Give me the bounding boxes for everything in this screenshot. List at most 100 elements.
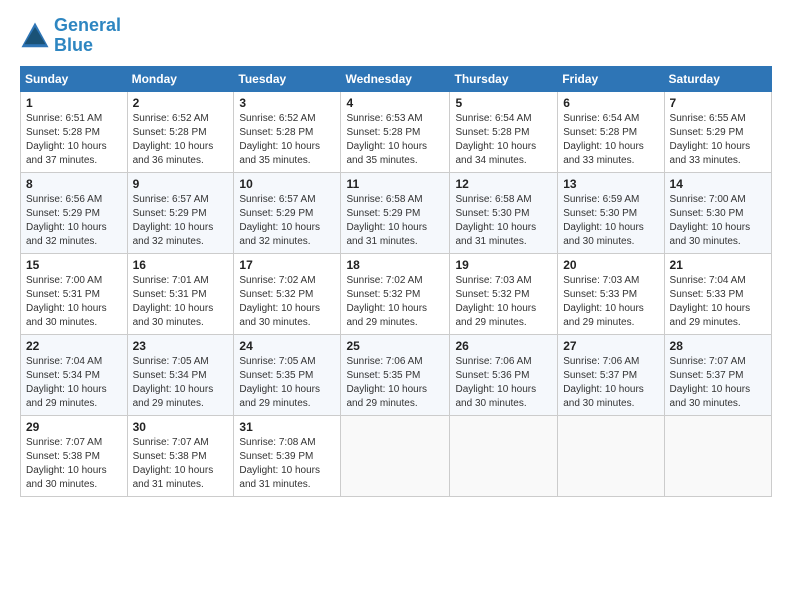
day-info: Sunrise: 6:58 AM Sunset: 5:29 PM Dayligh… <box>346 193 444 249</box>
day-number: 24 <box>239 339 335 353</box>
day-info: Sunrise: 7:00 AM Sunset: 5:30 PM Dayligh… <box>670 193 766 249</box>
day-info: Sunrise: 7:03 AM Sunset: 5:33 PM Dayligh… <box>563 274 658 330</box>
calendar-cell: 31 Sunrise: 7:08 AM Sunset: 5:39 PM Dayl… <box>234 415 341 496</box>
day-number: 6 <box>563 96 658 110</box>
dow-header: Wednesday <box>341 66 450 91</box>
day-info: Sunrise: 6:53 AM Sunset: 5:28 PM Dayligh… <box>346 112 444 168</box>
calendar-cell: 9 Sunrise: 6:57 AM Sunset: 5:29 PM Dayli… <box>127 172 234 253</box>
calendar-cell <box>558 415 664 496</box>
day-number: 9 <box>133 177 229 191</box>
day-number: 25 <box>346 339 444 353</box>
day-number: 18 <box>346 258 444 272</box>
day-info: Sunrise: 6:54 AM Sunset: 5:28 PM Dayligh… <box>563 112 658 168</box>
calendar-cell: 6 Sunrise: 6:54 AM Sunset: 5:28 PM Dayli… <box>558 91 664 172</box>
dow-header: Monday <box>127 66 234 91</box>
day-number: 22 <box>26 339 122 353</box>
day-number: 10 <box>239 177 335 191</box>
day-number: 13 <box>563 177 658 191</box>
calendar-cell: 2 Sunrise: 6:52 AM Sunset: 5:28 PM Dayli… <box>127 91 234 172</box>
day-info: Sunrise: 6:51 AM Sunset: 5:28 PM Dayligh… <box>26 112 122 168</box>
calendar-cell: 28 Sunrise: 7:07 AM Sunset: 5:37 PM Dayl… <box>664 334 771 415</box>
day-info: Sunrise: 6:52 AM Sunset: 5:28 PM Dayligh… <box>239 112 335 168</box>
day-info: Sunrise: 7:06 AM Sunset: 5:37 PM Dayligh… <box>563 355 658 411</box>
day-info: Sunrise: 7:07 AM Sunset: 5:38 PM Dayligh… <box>133 436 229 492</box>
page: General Blue SundayMondayTuesdayWednesda… <box>0 0 792 507</box>
calendar-cell: 7 Sunrise: 6:55 AM Sunset: 5:29 PM Dayli… <box>664 91 771 172</box>
day-number: 29 <box>26 420 122 434</box>
day-number: 17 <box>239 258 335 272</box>
day-number: 7 <box>670 96 766 110</box>
day-info: Sunrise: 6:58 AM Sunset: 5:30 PM Dayligh… <box>455 193 552 249</box>
calendar-week-row: 29 Sunrise: 7:07 AM Sunset: 5:38 PM Dayl… <box>21 415 772 496</box>
calendar-cell: 4 Sunrise: 6:53 AM Sunset: 5:28 PM Dayli… <box>341 91 450 172</box>
day-number: 19 <box>455 258 552 272</box>
day-info: Sunrise: 7:01 AM Sunset: 5:31 PM Dayligh… <box>133 274 229 330</box>
calendar-cell: 24 Sunrise: 7:05 AM Sunset: 5:35 PM Dayl… <box>234 334 341 415</box>
dow-header: Thursday <box>450 66 558 91</box>
logo: General Blue <box>20 16 121 56</box>
days-of-week-row: SundayMondayTuesdayWednesdayThursdayFrid… <box>21 66 772 91</box>
day-number: 1 <box>26 96 122 110</box>
calendar-cell: 14 Sunrise: 7:00 AM Sunset: 5:30 PM Dayl… <box>664 172 771 253</box>
calendar-cell <box>450 415 558 496</box>
calendar-week-row: 22 Sunrise: 7:04 AM Sunset: 5:34 PM Dayl… <box>21 334 772 415</box>
day-info: Sunrise: 7:00 AM Sunset: 5:31 PM Dayligh… <box>26 274 122 330</box>
day-number: 26 <box>455 339 552 353</box>
day-number: 31 <box>239 420 335 434</box>
day-info: Sunrise: 6:52 AM Sunset: 5:28 PM Dayligh… <box>133 112 229 168</box>
day-number: 20 <box>563 258 658 272</box>
dow-header: Sunday <box>21 66 128 91</box>
calendar-cell: 13 Sunrise: 6:59 AM Sunset: 5:30 PM Dayl… <box>558 172 664 253</box>
calendar-cell <box>341 415 450 496</box>
calendar-cell: 29 Sunrise: 7:07 AM Sunset: 5:38 PM Dayl… <box>21 415 128 496</box>
day-number: 5 <box>455 96 552 110</box>
day-number: 4 <box>346 96 444 110</box>
day-info: Sunrise: 7:07 AM Sunset: 5:38 PM Dayligh… <box>26 436 122 492</box>
calendar-cell <box>664 415 771 496</box>
calendar-cell: 10 Sunrise: 6:57 AM Sunset: 5:29 PM Dayl… <box>234 172 341 253</box>
calendar-cell: 18 Sunrise: 7:02 AM Sunset: 5:32 PM Dayl… <box>341 253 450 334</box>
day-number: 12 <box>455 177 552 191</box>
day-number: 3 <box>239 96 335 110</box>
day-number: 11 <box>346 177 444 191</box>
day-info: Sunrise: 6:56 AM Sunset: 5:29 PM Dayligh… <box>26 193 122 249</box>
day-number: 28 <box>670 339 766 353</box>
day-info: Sunrise: 6:55 AM Sunset: 5:29 PM Dayligh… <box>670 112 766 168</box>
day-info: Sunrise: 7:06 AM Sunset: 5:36 PM Dayligh… <box>455 355 552 411</box>
day-info: Sunrise: 6:59 AM Sunset: 5:30 PM Dayligh… <box>563 193 658 249</box>
day-number: 16 <box>133 258 229 272</box>
calendar-cell: 27 Sunrise: 7:06 AM Sunset: 5:37 PM Dayl… <box>558 334 664 415</box>
day-info: Sunrise: 7:04 AM Sunset: 5:34 PM Dayligh… <box>26 355 122 411</box>
day-info: Sunrise: 7:08 AM Sunset: 5:39 PM Dayligh… <box>239 436 335 492</box>
calendar-cell: 16 Sunrise: 7:01 AM Sunset: 5:31 PM Dayl… <box>127 253 234 334</box>
day-number: 21 <box>670 258 766 272</box>
logo-text: General Blue <box>54 16 121 56</box>
calendar-cell: 11 Sunrise: 6:58 AM Sunset: 5:29 PM Dayl… <box>341 172 450 253</box>
day-info: Sunrise: 6:54 AM Sunset: 5:28 PM Dayligh… <box>455 112 552 168</box>
calendar-cell: 22 Sunrise: 7:04 AM Sunset: 5:34 PM Dayl… <box>21 334 128 415</box>
calendar-cell: 3 Sunrise: 6:52 AM Sunset: 5:28 PM Dayli… <box>234 91 341 172</box>
calendar-cell: 26 Sunrise: 7:06 AM Sunset: 5:36 PM Dayl… <box>450 334 558 415</box>
calendar-cell: 1 Sunrise: 6:51 AM Sunset: 5:28 PM Dayli… <box>21 91 128 172</box>
header: General Blue <box>20 16 772 56</box>
day-number: 30 <box>133 420 229 434</box>
day-info: Sunrise: 7:05 AM Sunset: 5:35 PM Dayligh… <box>239 355 335 411</box>
calendar-cell: 12 Sunrise: 6:58 AM Sunset: 5:30 PM Dayl… <box>450 172 558 253</box>
day-number: 15 <box>26 258 122 272</box>
day-info: Sunrise: 7:04 AM Sunset: 5:33 PM Dayligh… <box>670 274 766 330</box>
day-info: Sunrise: 6:57 AM Sunset: 5:29 PM Dayligh… <box>239 193 335 249</box>
day-info: Sunrise: 7:03 AM Sunset: 5:32 PM Dayligh… <box>455 274 552 330</box>
calendar-cell: 25 Sunrise: 7:06 AM Sunset: 5:35 PM Dayl… <box>341 334 450 415</box>
calendar: SundayMondayTuesdayWednesdayThursdayFrid… <box>20 66 772 497</box>
day-number: 14 <box>670 177 766 191</box>
calendar-cell: 23 Sunrise: 7:05 AM Sunset: 5:34 PM Dayl… <box>127 334 234 415</box>
day-info: Sunrise: 7:06 AM Sunset: 5:35 PM Dayligh… <box>346 355 444 411</box>
calendar-body: 1 Sunrise: 6:51 AM Sunset: 5:28 PM Dayli… <box>21 91 772 496</box>
calendar-cell: 21 Sunrise: 7:04 AM Sunset: 5:33 PM Dayl… <box>664 253 771 334</box>
dow-header: Friday <box>558 66 664 91</box>
calendar-week-row: 15 Sunrise: 7:00 AM Sunset: 5:31 PM Dayl… <box>21 253 772 334</box>
day-number: 2 <box>133 96 229 110</box>
day-info: Sunrise: 7:02 AM Sunset: 5:32 PM Dayligh… <box>346 274 444 330</box>
day-info: Sunrise: 6:57 AM Sunset: 5:29 PM Dayligh… <box>133 193 229 249</box>
calendar-cell: 15 Sunrise: 7:00 AM Sunset: 5:31 PM Dayl… <box>21 253 128 334</box>
